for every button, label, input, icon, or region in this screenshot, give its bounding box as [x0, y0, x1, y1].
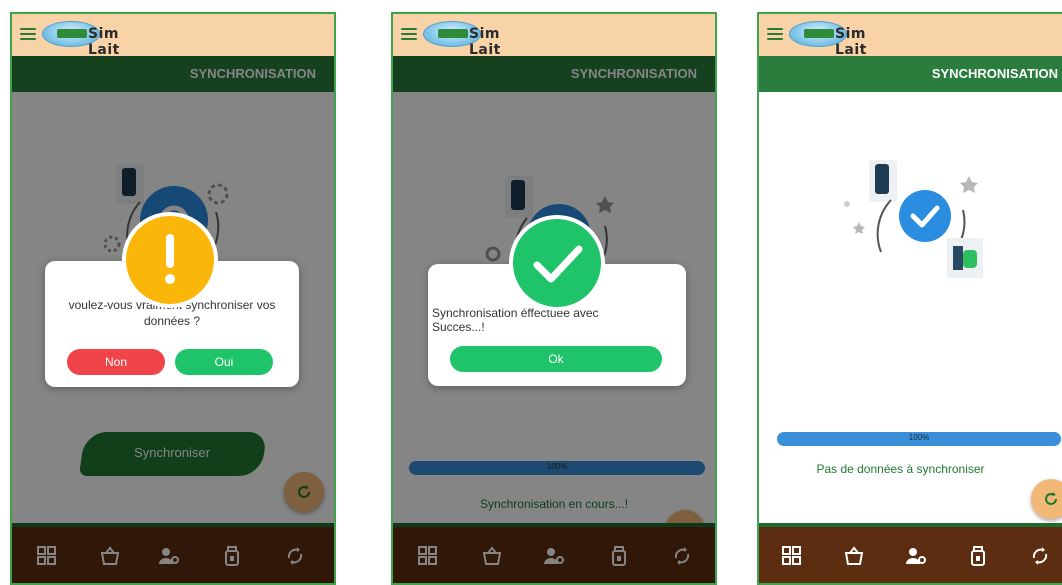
menu-icon[interactable]: [20, 28, 36, 40]
sync-complete-illustration: [844, 160, 983, 278]
screen-success: Sim Lait SYNCHRONISATION 100% Synchronis…: [391, 12, 717, 585]
menu-icon[interactable]: [401, 28, 417, 40]
refresh-icon: [1045, 492, 1057, 505]
page-title: SYNCHRONISATION: [931, 66, 1058, 81]
dialog-message: Synchronisation éffectuée avec Succes...…: [432, 306, 599, 334]
cancel-button[interactable]: Non: [67, 349, 165, 375]
app-bar: Sim Lait: [393, 14, 715, 58]
app-name: Sim Lait: [835, 26, 867, 58]
screen-confirm: Sim Lait SYNCHRONISATION Synchroniser vo…: [10, 12, 336, 585]
success-check-icon: [509, 215, 605, 311]
sync-icon[interactable]: [1029, 545, 1051, 567]
app-bar: Sim Lait: [12, 14, 334, 58]
screen-no-data: Sim Lait SYNCHRONISATION 100% Pas de don…: [757, 12, 1062, 585]
ok-button[interactable]: Ok: [450, 346, 662, 372]
menu-icon[interactable]: [767, 28, 783, 40]
app-bar: Sim Lait: [759, 14, 1062, 58]
confirm-button-label: Oui: [214, 355, 234, 369]
content-area: 100% Pas de données à synchroniser: [759, 92, 1062, 523]
bottom-nav: [759, 523, 1062, 583]
cancel-button-label: Non: [104, 355, 127, 369]
app-name: Sim Lait: [469, 26, 501, 58]
user-settings-icon[interactable]: [905, 545, 927, 567]
app-name: Sim Lait: [88, 26, 120, 58]
sync-progress-bar: 100%: [777, 432, 1061, 446]
ok-button-label: Ok: [548, 352, 564, 366]
basket-icon[interactable]: [843, 545, 865, 567]
refresh-fab[interactable]: [1031, 479, 1062, 519]
warning-icon: [122, 212, 218, 308]
sync-status-text: Pas de données à synchroniser: [816, 462, 985, 476]
dashboard-icon[interactable]: [781, 545, 803, 567]
milk-can-icon[interactable]: [967, 545, 989, 567]
app-logo: Sim Lait: [789, 17, 889, 58]
confirm-button[interactable]: Oui: [175, 349, 273, 375]
app-logo: Sim Lait: [42, 17, 142, 58]
progress-label: 100%: [908, 433, 930, 442]
app-logo: Sim Lait: [423, 17, 523, 58]
title-bar: SYNCHRONISATION: [759, 56, 1062, 92]
